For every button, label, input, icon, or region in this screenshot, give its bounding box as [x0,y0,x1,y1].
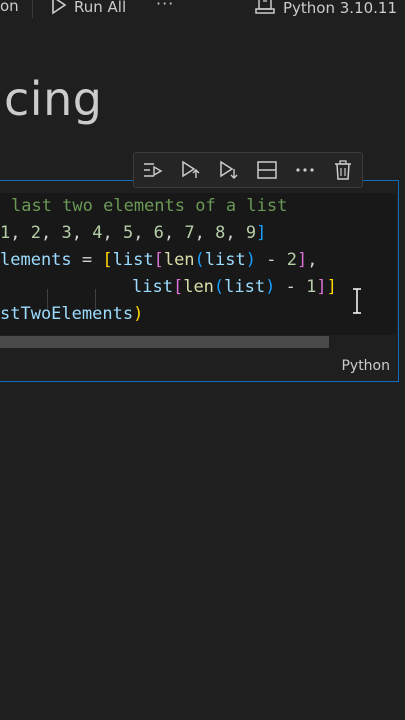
code-line-1: last two elements of a list [11,196,288,216]
split-cell-icon[interactable] [254,157,280,183]
execute-above-icon[interactable] [178,157,204,183]
toolbar-divider [32,0,33,18]
indent-guide [47,289,48,309]
text-cursor-icon [350,287,364,315]
toolbar-more-icon[interactable]: ··· [156,0,174,13]
code-line-5: stTwoElements) [0,304,144,324]
run-all-button[interactable]: Run All [48,0,126,17]
more-icon[interactable] [292,157,318,183]
indent-guide [95,289,96,309]
kernel-label: Python 3.10.11 [283,0,398,17]
code-text: last two elements of a list 1, 2, 3, 4, … [0,193,337,382]
notebook-toolbar: on Run All ··· Python 3.10.11 [0,0,405,20]
markdown-heading: cing [4,72,103,126]
delete-icon[interactable] [330,157,356,183]
code-line-2: 1, 2, 3, 4, 5, 6, 7, 8, 9] [0,223,267,243]
execute-below-icon[interactable] [216,157,242,183]
kernel-picker[interactable]: Python 3.10.11 [255,0,397,19]
run-all-icon [48,0,68,19]
kernel-icon [255,0,275,19]
code-cell[interactable]: last two elements of a list 1, 2, 3, 4, … [0,180,399,382]
cell-language-label[interactable]: Python [341,358,390,374]
toolbar-fragment[interactable]: on [0,0,19,15]
run-by-line-icon[interactable] [140,157,166,183]
code-line-4: list[len(list) - 1]] [132,277,337,297]
cell-toolbar [133,152,363,188]
code-line-3: lements = [list[len(list) - 2], [0,250,318,270]
horizontal-scrollbar[interactable] [0,336,329,348]
code-editor[interactable]: last two elements of a list 1, 2, 3, 4, … [0,193,396,335]
run-all-label: Run All [74,0,127,16]
